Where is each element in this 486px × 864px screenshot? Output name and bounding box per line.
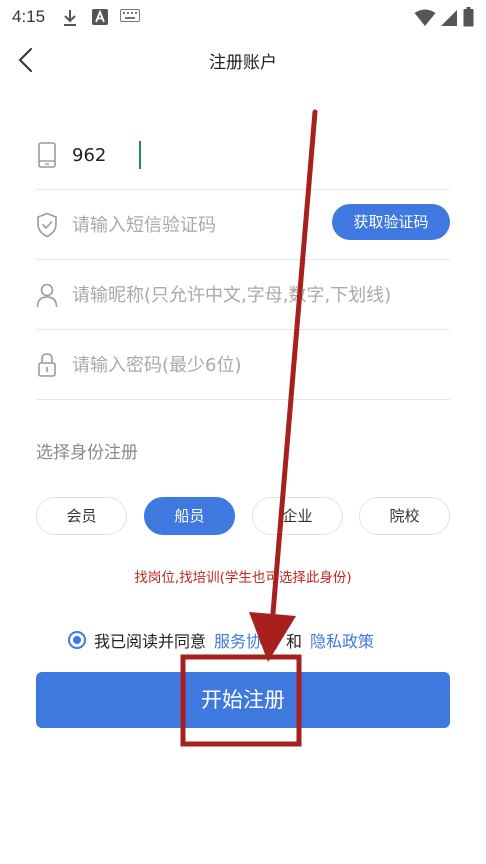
page-title: 注册账户 [209, 53, 277, 73]
phone-icon [38, 142, 56, 168]
shield-icon [37, 212, 57, 238]
user-icon [36, 283, 58, 308]
a-icon [92, 9, 108, 25]
phone-field [36, 120, 450, 190]
battery-icon [463, 7, 474, 27]
text-cursor [139, 141, 141, 169]
status-bar: 4:15 [0, 0, 486, 34]
sms-code-input[interactable] [72, 190, 322, 260]
service-agreement-link[interactable]: 服务协议 [214, 628, 278, 652]
agree-radio[interactable] [68, 631, 86, 649]
role-section-label: 选择身份注册 [36, 443, 138, 463]
nav-bar: 注册账户 [0, 34, 486, 86]
sms-code-field: 获取验证码 [36, 190, 450, 260]
role-hint: 找岗位,找培训(学生也可选择此身份) [134, 570, 352, 586]
download-icon [64, 10, 76, 26]
nickname-input[interactable] [72, 260, 442, 330]
agreement-row: 我已阅读并同意 服务协议 和 隐私政策 [68, 627, 374, 653]
nickname-field [36, 260, 450, 330]
radio-checked-dot [73, 636, 81, 644]
privacy-policy-link[interactable]: 隐私政策 [310, 628, 374, 652]
role-enterprise-button[interactable]: 企业 [252, 497, 343, 535]
password-field [36, 330, 450, 400]
start-register-button[interactable]: 开始注册 [36, 672, 450, 728]
role-member-button[interactable]: 会员 [36, 497, 127, 535]
keyboard-icon [120, 9, 140, 22]
lock-icon [38, 353, 56, 377]
role-crew-button[interactable]: 船员 [144, 497, 235, 535]
wifi-icon [414, 9, 436, 26]
phone-input[interactable] [72, 120, 442, 190]
agreement-joiner: 和 [286, 632, 303, 651]
password-input[interactable] [72, 330, 442, 400]
get-code-button[interactable]: 获取验证码 [332, 204, 450, 240]
role-school-button[interactable]: 院校 [359, 497, 450, 535]
agreement-text: 我已阅读并同意 [94, 632, 207, 651]
signal-icon [441, 10, 457, 26]
status-time: 4:15 [12, 7, 46, 26]
